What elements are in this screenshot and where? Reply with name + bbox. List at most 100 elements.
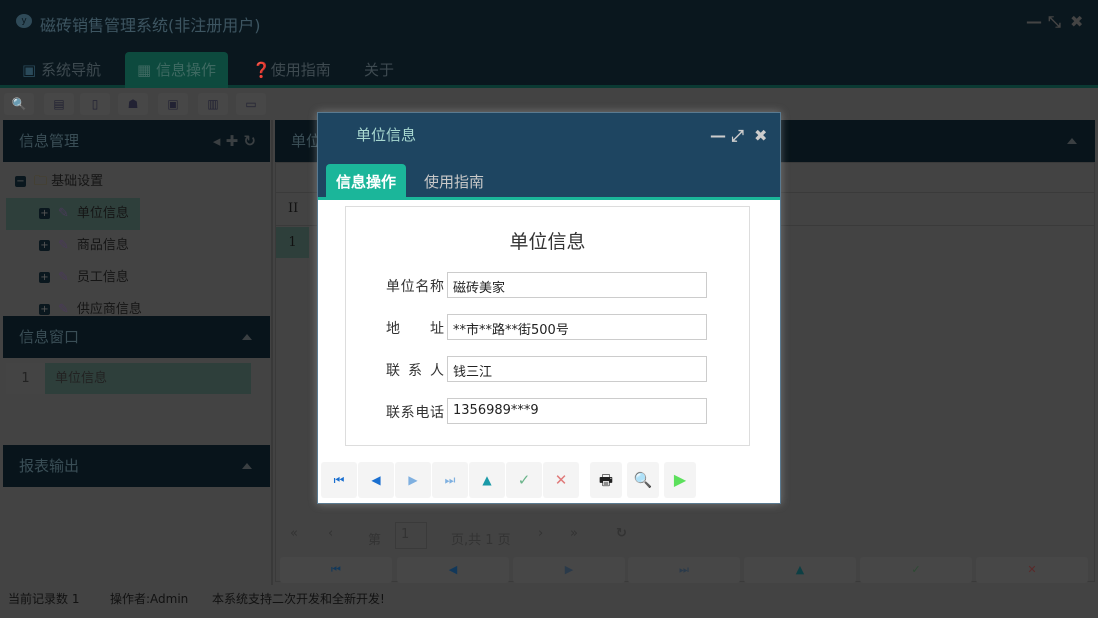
monitor-icon: ▣	[22, 61, 41, 79]
confirm-button[interactable]: ✓	[860, 557, 972, 583]
report-header[interactable]: 报表输出	[3, 445, 270, 487]
info-window-header[interactable]: 信息窗口	[3, 316, 270, 358]
restore-icon[interactable]: ⤡	[1048, 12, 1061, 32]
add-icon[interactable]: ✚	[226, 132, 239, 150]
page-input[interactable]: 1	[395, 522, 427, 549]
unit-name-input[interactable]: 磁砖美家	[447, 272, 707, 298]
collapse-up-icon[interactable]	[1067, 138, 1077, 144]
help-icon: ❓	[252, 61, 271, 79]
collapse-up-icon[interactable]	[242, 334, 252, 340]
first-record-button[interactable]: ⏮	[321, 462, 357, 498]
tree: − 🗀 基础设置 + ✎ 单位信息 + ✎ 商品信息 + ✎ 员工信息 + ✎ 供应商信息	[3, 162, 270, 315]
list-item[interactable]: 1 单位信息	[6, 363, 270, 394]
first-record-button[interactable]: ⏮	[280, 557, 392, 583]
grid-col-header: II	[288, 201, 299, 216]
wand-icon: ✎	[58, 238, 69, 253]
next-page-icon[interactable]: ›	[538, 526, 543, 541]
first-page-icon[interactable]: «	[290, 526, 298, 541]
app-logo: y	[16, 14, 32, 28]
next-record-button[interactable]: ▶	[513, 557, 625, 583]
field-label: 联系电话	[386, 405, 444, 421]
field-label: 单位名称	[386, 279, 444, 295]
grid-icon: ▦	[137, 61, 156, 79]
prev-record-button[interactable]: ◀	[397, 557, 509, 583]
field-label: 联系人	[386, 363, 444, 379]
close-icon[interactable]: ✖	[1070, 12, 1083, 31]
expand-icon[interactable]: +	[39, 208, 50, 219]
preview-icon[interactable]: 🔍	[627, 462, 659, 498]
next-record-button[interactable]: ▶	[395, 462, 431, 498]
tab-info-ops[interactable]: ▦ 信息操作	[125, 52, 228, 88]
tree-item-unit[interactable]: + ✎ 单位信息	[6, 198, 140, 230]
tree-item-goods[interactable]: + ✎ 商品信息	[3, 230, 270, 262]
header-tools: ◂ ✚ ↻	[213, 120, 256, 162]
pager: « ‹ 第 1 页,共 1 页 › » ↻	[280, 520, 680, 550]
tree-item-staff[interactable]: + ✎ 员工信息	[3, 262, 270, 294]
wand-icon: ✎	[58, 270, 69, 285]
wand-icon: ✎	[58, 302, 69, 315]
record-count: 当前记录数 1	[8, 592, 80, 606]
unit-info-form: 单位信息 单位名称 磁砖美家 地址 **市**路**街500号 联系人 钱三江 联系电…	[345, 206, 750, 446]
collapse-up-icon[interactable]	[242, 463, 252, 469]
maximize-icon[interactable]: ⤢	[731, 113, 744, 158]
field-label: 地址	[386, 321, 444, 337]
document-icon[interactable]: ▯	[80, 93, 110, 115]
tab-about[interactable]: 关于	[352, 52, 406, 88]
cancel-button[interactable]: ✕	[976, 557, 1088, 583]
title-bar: y 磁砖销售管理系统(非注册用户) — ⤡ ✖	[0, 0, 1098, 44]
page-label: 第	[368, 533, 382, 548]
status-message: 本系统支持二次开发和全新开发!	[212, 592, 385, 606]
window-icon[interactable]: ▣	[158, 93, 188, 115]
user-icon[interactable]: ☗	[118, 93, 148, 115]
dialog-tab-info-ops[interactable]: 信息操作	[326, 164, 407, 200]
dialog-tab-guide[interactable]: 使用指南	[414, 164, 494, 200]
cancel-button[interactable]: ✕	[543, 462, 579, 498]
card-icon[interactable]: ▭	[236, 93, 266, 115]
minimize-icon[interactable]: —	[710, 113, 726, 158]
tree-root[interactable]: − 🗀 基础设置	[3, 166, 270, 198]
page-total: 页,共 1 页	[451, 533, 511, 548]
print-icon[interactable]: 🖶	[590, 462, 622, 498]
last-record-button[interactable]: ⏭	[628, 557, 740, 583]
expand-icon[interactable]: +	[39, 304, 50, 315]
app-title: 磁砖销售管理系统(非注册用户)	[40, 16, 261, 35]
edit-icon[interactable]: ▥	[198, 93, 228, 115]
tree-item-supplier[interactable]: + ✎ 供应商信息	[3, 294, 270, 315]
wand-icon: ✎	[58, 206, 69, 221]
left-panel: 信息管理 ◂ ✚ ↻ − 🗀 基础设置 + ✎ 单位信息 + ✎ 商品信息 + ✎ 员工信息 …	[3, 120, 270, 487]
list-icon[interactable]: ▤	[44, 93, 74, 115]
unit-info-dialog: 单位信息 — ⤢ ✖ 信息操作 使用指南 单位信息 单位名称 磁砖美家 地址 **市…	[317, 112, 781, 504]
dialog-header[interactable]: 单位信息 — ⤢ ✖	[318, 113, 780, 158]
expand-icon[interactable]: +	[39, 240, 50, 251]
form-title: 单位信息	[509, 231, 586, 253]
collapse-left-icon[interactable]: ◂	[213, 132, 221, 150]
last-record-button[interactable]: ⏭	[432, 462, 468, 498]
operator: 操作者:Admin	[110, 592, 189, 606]
last-page-icon[interactable]: »	[570, 526, 578, 541]
close-icon[interactable]: ✖	[754, 113, 767, 158]
minimize-icon[interactable]: —	[1026, 12, 1042, 31]
collapse-icon[interactable]: −	[15, 176, 26, 187]
splitter[interactable]	[271, 120, 273, 585]
prev-page-icon[interactable]: ‹	[328, 526, 333, 541]
refresh-icon[interactable]: ↻	[243, 132, 256, 150]
dialog-tabs: 信息操作 使用指南	[318, 158, 780, 200]
folder-icon: 🗀	[34, 174, 52, 189]
confirm-button[interactable]: ✓	[506, 462, 542, 498]
contact-input[interactable]: 钱三江	[447, 356, 707, 382]
up-button[interactable]: ▲	[744, 557, 856, 583]
expand-icon[interactable]: +	[39, 272, 50, 283]
address-input[interactable]: **市**路**街500号	[447, 314, 707, 340]
info-window-list: 1 单位信息	[3, 358, 270, 445]
grid-row-number[interactable]: 1	[276, 227, 309, 258]
search-icon[interactable]: 🔍	[4, 93, 34, 115]
prev-record-button[interactable]: ◀	[358, 462, 394, 498]
phone-input[interactable]: 1356989***9	[447, 398, 707, 424]
info-mgmt-header: 信息管理 ◂ ✚ ↻	[3, 120, 270, 162]
main-nav: ▣ 系统导航 ▦ 信息操作 ❓使用指南 关于	[0, 44, 1098, 88]
up-button[interactable]: ▲	[469, 462, 505, 498]
tab-system-nav[interactable]: ▣ 系统导航	[10, 52, 113, 88]
tab-guide[interactable]: ❓使用指南	[240, 52, 343, 88]
play-icon[interactable]: ▶	[664, 462, 696, 498]
refresh-icon[interactable]: ↻	[616, 526, 627, 541]
